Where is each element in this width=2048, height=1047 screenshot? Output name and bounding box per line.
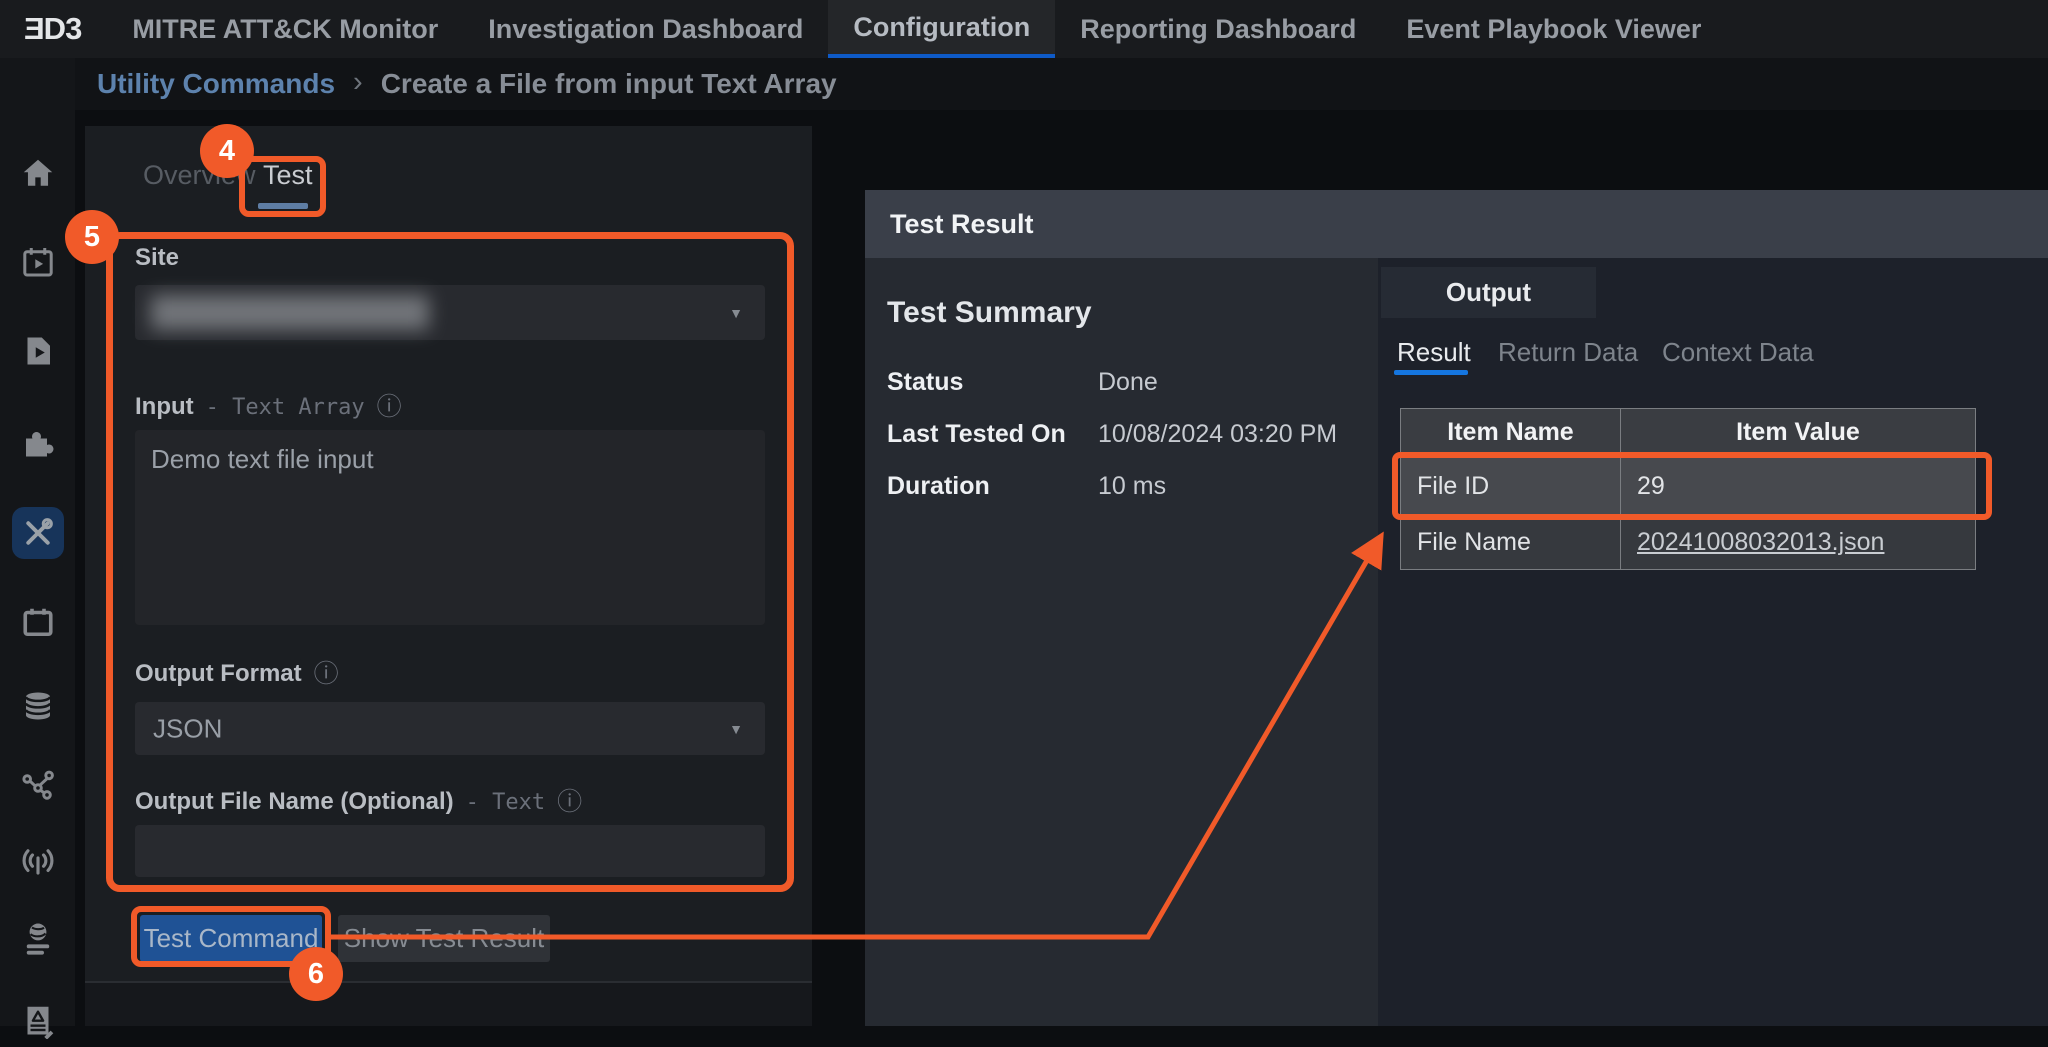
globe-icon[interactable] [12, 913, 64, 965]
file-download-link[interactable]: 20241008032013.json [1637, 528, 1884, 557]
duration-value: 10 ms [1098, 472, 1166, 501]
d3-logo[interactable]: ƎD3 [0, 0, 107, 58]
share-nodes-icon[interactable] [12, 759, 64, 811]
breadcrumb-utility-commands-link[interactable]: Utility Commands [97, 68, 335, 100]
chevron-right-icon: › [353, 66, 363, 102]
calendar-icon[interactable] [12, 597, 64, 649]
tab-return-data[interactable]: Return Data [1498, 337, 1638, 368]
document-warning-icon[interactable] [12, 995, 64, 1047]
top-navbar: ƎD3 MITRE ATT&CK Monitor Investigation D… [0, 0, 2048, 58]
nav-item-investigation-dashboard[interactable]: Investigation Dashboard [463, 0, 828, 58]
nav-item-reporting-dashboard[interactable]: Reporting Dashboard [1055, 0, 1381, 58]
tab-output[interactable]: Output [1381, 267, 1596, 318]
status-label: Status [887, 368, 963, 397]
breadcrumb: Utility Commands › Create a File from in… [75, 58, 2048, 110]
test-result-title: Test Result [890, 209, 1034, 240]
calendar-play-icon[interactable] [12, 237, 64, 289]
last-tested-on-value: 10/08/2024 03:20 PM [1098, 420, 1337, 449]
nav-item-event-playbook-viewer[interactable]: Event Playbook Viewer [1381, 0, 1726, 58]
database-icon[interactable] [12, 680, 64, 732]
book-play-icon[interactable] [12, 325, 64, 377]
panel-footer [85, 983, 812, 1026]
nav-item-configuration[interactable]: Configuration [828, 0, 1055, 58]
home-icon[interactable] [12, 147, 64, 199]
show-test-result-button[interactable]: Show Test Result [338, 915, 550, 962]
annotation-badge-5: 5 [65, 210, 119, 264]
nav-item-mitre-attack-monitor[interactable]: MITRE ATT&CK Monitor [107, 0, 463, 58]
tab-result-active-underline [1394, 370, 1468, 375]
tab-result[interactable]: Result [1397, 337, 1471, 368]
table-header-item-value: Item Value [1621, 409, 1975, 456]
annotation-box-test-tab [239, 156, 326, 217]
tab-context-data[interactable]: Context Data [1662, 337, 1814, 368]
broadcast-icon[interactable] [12, 835, 64, 887]
sidebar [0, 58, 75, 1026]
annotation-box-form [106, 232, 794, 892]
page-title: Create a File from input Text Array [381, 68, 837, 100]
test-summary-heading: Test Summary [887, 296, 1092, 330]
table-cell-file-name-value: 20241008032013.json [1621, 516, 1975, 569]
status-value: Done [1098, 368, 1158, 397]
tools-icon[interactable] [12, 507, 64, 559]
duration-label: Duration [887, 472, 990, 501]
test-result-header: Test Result [865, 190, 2048, 258]
puzzle-icon[interactable] [12, 417, 64, 469]
output-panel [1378, 258, 2048, 1026]
table-cell-file-name-name: File Name [1401, 516, 1620, 569]
last-tested-on-label: Last Tested On [887, 420, 1066, 449]
annotation-badge-4: 4 [200, 124, 254, 178]
table-header-item-name: Item Name [1401, 409, 1620, 456]
annotation-box-file-id-row [1392, 452, 1992, 520]
annotation-badge-6: 6 [289, 947, 343, 1001]
